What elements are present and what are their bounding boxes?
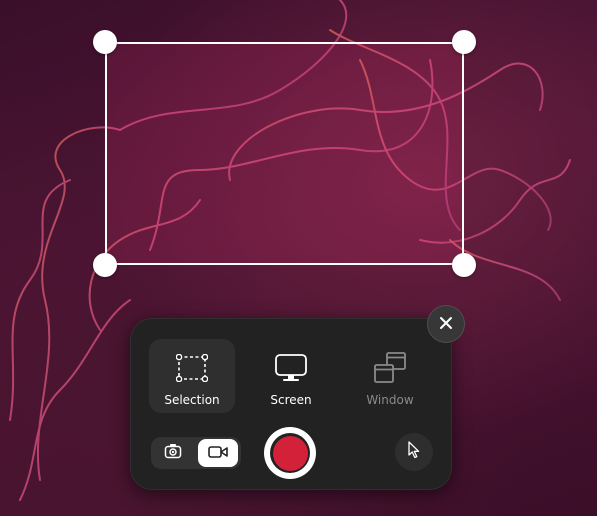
screenshot-option[interactable] [153,439,193,467]
record-button-ring [270,433,310,473]
record-button[interactable] [264,427,316,479]
selection-handle-top-left[interactable] [93,30,117,54]
selection-icon [175,351,209,385]
mode-window-button[interactable]: Window [347,339,433,413]
mode-screen-label: Screen [270,393,312,407]
mode-selection-label: Selection [164,393,220,407]
screencast-option[interactable] [198,439,238,467]
record-dot [272,435,308,471]
screenshot-selection-area[interactable] [105,42,464,265]
show-pointer-toggle[interactable] [395,433,433,471]
capture-type-toggle [151,437,241,469]
video-camera-icon [208,444,228,463]
selection-handle-top-right[interactable] [452,30,476,54]
selection-handle-bottom-right[interactable] [452,253,476,277]
mode-screen-button[interactable]: Screen [248,339,334,413]
window-icon [373,351,407,385]
close-icon [439,315,453,334]
mode-window-label: Window [366,393,414,407]
close-button[interactable] [427,305,465,343]
camera-icon [164,443,182,463]
selection-handle-bottom-left[interactable] [93,253,117,277]
monitor-icon [274,351,308,385]
mode-selection-button[interactable]: Selection [149,339,235,413]
mouse-pointer-icon [407,441,421,463]
screenshot-panel: Selection Screen Window [130,318,452,490]
